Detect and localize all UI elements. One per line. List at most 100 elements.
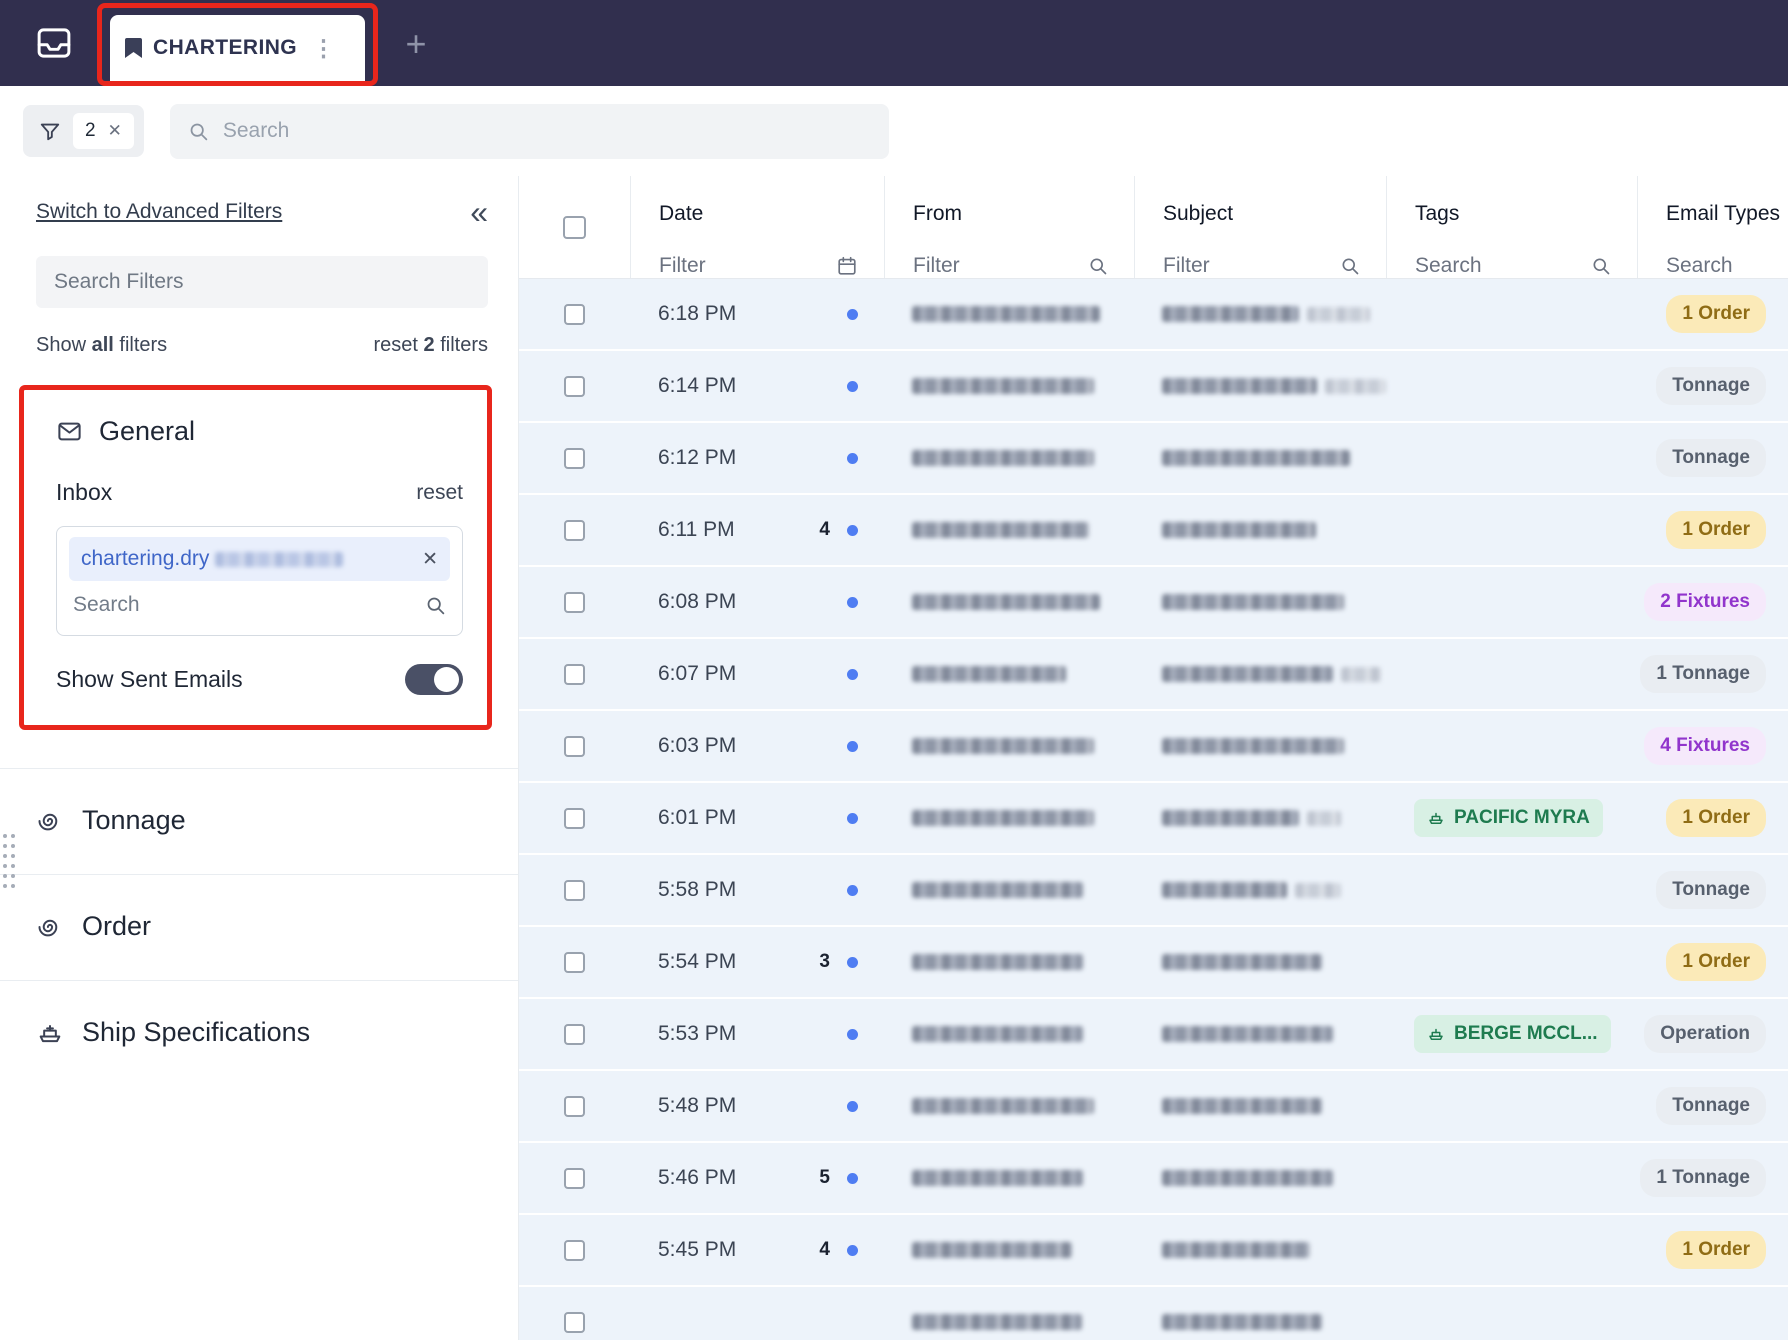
email-row[interactable]: 5:45 PM 4 1 Order <box>519 1215 1788 1287</box>
row-checkbox[interactable] <box>564 1095 585 1117</box>
from-redacted <box>912 378 1094 394</box>
vessel-tag-label: BERGE MCCL... <box>1454 1023 1598 1044</box>
inbox-chip[interactable]: chartering.dry ✕ <box>69 537 450 581</box>
row-select-cell <box>519 447 630 469</box>
tags-filter[interactable]: Search <box>1415 254 1637 278</box>
subject-filter[interactable]: Filter <box>1163 254 1386 278</box>
search-icon <box>1088 256 1108 276</box>
email-type-badge[interactable]: 1 Order <box>1666 1231 1766 1269</box>
filter-toggle-button[interactable]: 2 ✕ <box>23 105 144 157</box>
email-type-badge[interactable]: 4 Fixtures <box>1644 727 1766 765</box>
tab-chartering[interactable]: CHARTERING ⋮ <box>110 15 365 81</box>
content: Switch to Advanced Filters « Show all fi… <box>0 176 1788 1340</box>
reset-filters-link[interactable]: reset 2 filters <box>374 334 489 357</box>
email-row[interactable]: 5:58 PM Tonnage <box>519 855 1788 927</box>
section-order[interactable]: Order <box>0 875 518 942</box>
row-checkbox[interactable] <box>564 375 585 397</box>
email-type-badge[interactable]: 2 Fixtures <box>1644 583 1766 621</box>
email-row[interactable]: 5:46 PM 5 1 Tonnage <box>519 1143 1788 1215</box>
global-search-input[interactable] <box>222 119 871 143</box>
filter-count: 2 <box>85 120 96 141</box>
show-sent-emails-toggle[interactable] <box>405 664 463 695</box>
row-email-type-cell: Tonnage <box>1637 439 1788 477</box>
from-filter[interactable]: Filter <box>913 254 1134 278</box>
email-row[interactable]: 6:12 PM Tonnage <box>519 423 1788 495</box>
row-checkbox[interactable] <box>564 1239 585 1261</box>
inbox-reset-link[interactable]: reset <box>416 481 463 505</box>
vessel-tag[interactable]: BERGE MCCL... <box>1414 1015 1611 1053</box>
global-search[interactable] <box>169 103 889 159</box>
row-checkbox[interactable] <box>564 1023 585 1045</box>
row-checkbox[interactable] <box>564 303 585 325</box>
select-all-checkbox[interactable] <box>563 215 586 239</box>
inbox-search[interactable] <box>69 581 450 629</box>
email-row[interactable]: 6:18 PM 1 Order <box>519 279 1788 351</box>
row-checkbox[interactable] <box>564 519 585 541</box>
thread-count: 4 <box>819 519 830 540</box>
search-filters-field[interactable] <box>36 256 488 308</box>
search-filters-input[interactable] <box>54 270 470 294</box>
row-checkbox[interactable] <box>564 591 585 613</box>
email-type-badge[interactable]: 1 Order <box>1666 943 1766 981</box>
row-subject-cell <box>1134 954 1386 970</box>
row-checkbox[interactable] <box>564 447 585 469</box>
email-row[interactable]: 6:14 PM Tonnage <box>519 351 1788 423</box>
inbox-home-button[interactable] <box>30 19 78 67</box>
show-all-filters-link[interactable]: Show all filters <box>36 334 167 357</box>
email-type-badge[interactable]: 1 Order <box>1666 295 1766 333</box>
row-checkbox[interactable] <box>564 1311 585 1333</box>
email-type-badge[interactable]: Operation <box>1644 1015 1766 1053</box>
email-type-badge[interactable]: 1 Order <box>1666 799 1766 837</box>
collapse-sidebar-icon[interactable]: « <box>470 196 488 228</box>
row-email-type-cell: 1 Order <box>1637 511 1788 549</box>
email-row[interactable]: 6:03 PM 4 Fixtures <box>519 711 1788 783</box>
section-tonnage[interactable]: Tonnage <box>0 769 518 836</box>
inbox-search-input[interactable] <box>73 593 425 617</box>
general-section-header[interactable]: General <box>38 416 463 447</box>
email-type-badge[interactable]: 1 Order <box>1666 511 1766 549</box>
email-type-badge[interactable]: Tonnage <box>1656 871 1766 909</box>
switch-advanced-filters-link[interactable]: Switch to Advanced Filters <box>36 200 282 224</box>
row-checkbox[interactable] <box>564 735 585 757</box>
row-from-cell <box>884 306 1134 322</box>
email-row[interactable]: 6:11 PM 4 1 Order <box>519 495 1788 567</box>
clear-filters-icon[interactable]: ✕ <box>108 121 122 141</box>
panel-resize-handle[interactable] <box>3 834 15 888</box>
email-row[interactable] <box>519 1287 1788 1340</box>
email-row[interactable]: 6:07 PM 1 Tonnage <box>519 639 1788 711</box>
inbox-chip-remove-icon[interactable]: ✕ <box>422 548 438 571</box>
row-select-cell <box>519 303 630 325</box>
email-type-badge[interactable]: 1 Tonnage <box>1640 655 1766 693</box>
email-types-filter[interactable]: Search <box>1666 254 1788 278</box>
row-select-cell <box>519 735 630 757</box>
row-date: 6:03 PM <box>658 734 737 757</box>
row-checkbox[interactable] <box>564 951 585 973</box>
row-checkbox[interactable] <box>564 879 585 901</box>
row-from-cell <box>884 1314 1134 1330</box>
column-from: From Filter <box>884 176 1134 278</box>
subject-redacted <box>1162 594 1344 610</box>
email-row[interactable]: 6:08 PM 2 Fixtures <box>519 567 1788 639</box>
email-type-badge[interactable]: 1 Tonnage <box>1640 1159 1766 1197</box>
row-date: 6:08 PM <box>658 590 737 613</box>
row-checkbox[interactable] <box>564 663 585 685</box>
email-type-badge[interactable]: Tonnage <box>1656 1087 1766 1125</box>
new-tab-button[interactable]: + <box>396 23 436 64</box>
email-type-badge[interactable]: Tonnage <box>1656 367 1766 405</box>
tab-menu-icon[interactable]: ⋮ <box>312 35 335 62</box>
row-checkbox[interactable] <box>564 807 585 829</box>
vessel-tag[interactable]: PACIFIC MYRA <box>1414 799 1603 837</box>
unread-dot <box>847 1172 858 1184</box>
row-checkbox[interactable] <box>564 1167 585 1189</box>
date-filter[interactable]: Filter <box>659 254 884 278</box>
row-subject-cell <box>1134 594 1386 610</box>
email-row[interactable]: 6:01 PM PACIFIC MYRA 1 Order <box>519 783 1788 855</box>
email-type-badge[interactable]: Tonnage <box>1656 439 1766 477</box>
email-row[interactable]: 5:48 PM Tonnage <box>519 1071 1788 1143</box>
subject-redacted <box>1162 306 1299 322</box>
email-row[interactable]: 5:53 PM BERGE MCCL... Operation <box>519 999 1788 1071</box>
row-subject-cell <box>1134 666 1386 682</box>
section-ship-specifications[interactable]: Ship Specifications <box>0 981 518 1048</box>
email-row[interactable]: 5:54 PM 3 1 Order <box>519 927 1788 999</box>
row-select-cell <box>519 1023 630 1045</box>
